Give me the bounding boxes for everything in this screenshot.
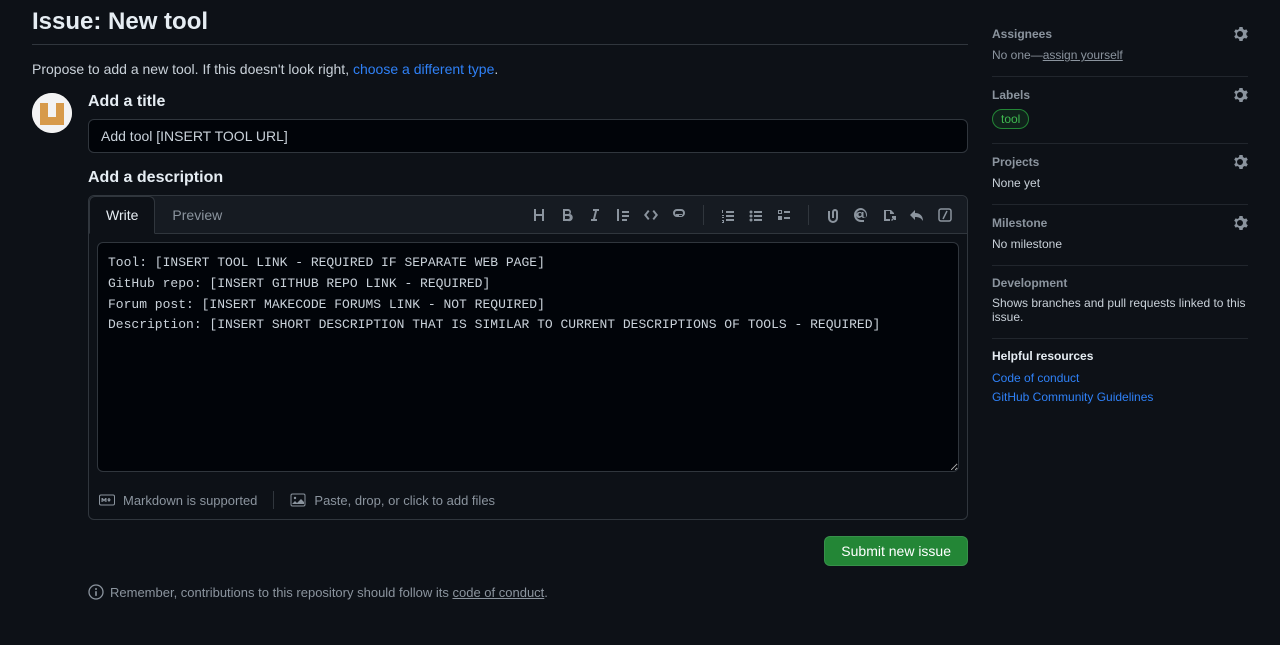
- bold-icon[interactable]: [553, 201, 581, 229]
- subtitle-suffix: .: [494, 61, 498, 77]
- gear-icon[interactable]: [1232, 87, 1248, 103]
- markdown-toolbar: [525, 201, 959, 229]
- note-prefix: Remember, contributions to this reposito…: [110, 585, 453, 600]
- ordered-list-icon[interactable]: [714, 201, 742, 229]
- attach-icon[interactable]: [819, 201, 847, 229]
- task-list-icon[interactable]: [770, 201, 798, 229]
- gear-icon[interactable]: [1232, 154, 1248, 170]
- unordered-list-icon[interactable]: [742, 201, 770, 229]
- subtitle-prefix: Propose to add a new tool. If this doesn…: [32, 61, 353, 77]
- page-title: Issue: New tool: [32, 8, 968, 45]
- milestone-title: Milestone: [992, 216, 1047, 230]
- tab-preview[interactable]: Preview: [155, 196, 239, 234]
- description-editor: Write Preview: [88, 195, 968, 520]
- development-title: Development: [992, 276, 1067, 290]
- assignees-title: Assignees: [992, 27, 1052, 41]
- gear-icon[interactable]: [1232, 215, 1248, 231]
- description-textarea[interactable]: [97, 242, 959, 472]
- markdown-hint-text: Markdown is supported: [123, 493, 257, 508]
- heading-icon[interactable]: [525, 201, 553, 229]
- contribution-note: Remember, contributions to this reposito…: [88, 584, 968, 600]
- description-label: Add a description: [88, 169, 968, 187]
- milestone-value: No milestone: [992, 237, 1248, 251]
- markdown-hint[interactable]: Markdown is supported: [99, 492, 257, 508]
- assign-yourself-link[interactable]: assign yourself: [1043, 48, 1123, 62]
- assignees-none: No one—: [992, 48, 1043, 62]
- code-of-conduct-link[interactable]: code of conduct: [453, 585, 545, 600]
- code-icon[interactable]: [637, 201, 665, 229]
- reply-icon[interactable]: [903, 201, 931, 229]
- title-label: Add a title: [88, 93, 968, 111]
- attach-hint[interactable]: Paste, drop, or click to add files: [290, 492, 495, 508]
- markdown-icon: [99, 492, 115, 508]
- resource-link-code-of-conduct[interactable]: Code of conduct: [992, 369, 1248, 388]
- choose-type-link[interactable]: choose a different type: [353, 61, 494, 77]
- projects-title: Projects: [992, 155, 1039, 169]
- page-subtitle: Propose to add a new tool. If this doesn…: [32, 61, 968, 77]
- avatar: [32, 93, 72, 133]
- cross-reference-icon[interactable]: [875, 201, 903, 229]
- labels-title: Labels: [992, 88, 1030, 102]
- title-input[interactable]: [88, 119, 968, 153]
- development-text: Shows branches and pull requests linked …: [992, 296, 1248, 324]
- mention-icon[interactable]: [847, 201, 875, 229]
- note-suffix: .: [544, 585, 548, 600]
- submit-button[interactable]: Submit new issue: [824, 536, 968, 566]
- link-icon[interactable]: [665, 201, 693, 229]
- image-icon: [290, 492, 306, 508]
- label-chip-tool[interactable]: tool: [992, 109, 1029, 129]
- quote-icon[interactable]: [609, 201, 637, 229]
- gear-icon[interactable]: [1232, 26, 1248, 42]
- resources-title: Helpful resources: [992, 349, 1248, 363]
- tab-write[interactable]: Write: [89, 196, 155, 234]
- projects-value: None yet: [992, 176, 1248, 190]
- info-icon: [88, 584, 104, 600]
- italic-icon[interactable]: [581, 201, 609, 229]
- resource-link-community-guidelines[interactable]: GitHub Community Guidelines: [992, 388, 1248, 407]
- attach-hint-text: Paste, drop, or click to add files: [314, 493, 495, 508]
- slash-icon[interactable]: [931, 201, 959, 229]
